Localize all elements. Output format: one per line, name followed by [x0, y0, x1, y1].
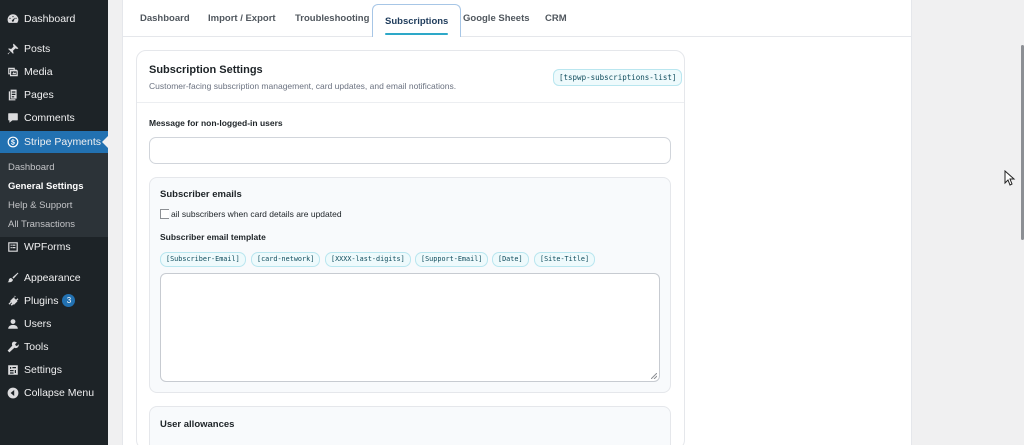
menu-label: Pages: [24, 89, 54, 101]
menu-label: Media: [24, 66, 53, 78]
menu-label: Collapse Menu: [24, 387, 95, 399]
plug-icon: [6, 295, 19, 308]
menu-label: WPForms: [24, 241, 71, 253]
merge-tag-last-digits[interactable]: [XXXX-last-digits]: [325, 252, 411, 267]
tab-crm[interactable]: CRM: [545, 0, 567, 37]
brush-icon: [6, 272, 19, 285]
menu-item-pages[interactable]: Pages: [0, 85, 108, 105]
collapse-icon: [6, 387, 19, 400]
menu-label: Settings: [24, 364, 62, 376]
menu-item-posts[interactable]: Posts: [0, 39, 108, 59]
message-field-label: Message for non-logged-in users: [149, 118, 283, 128]
user-icon: [6, 318, 19, 331]
menu-label: Users: [24, 318, 52, 330]
update-count-badge: 3: [62, 293, 76, 307]
settings-icon: [6, 364, 19, 377]
message-input[interactable]: [149, 137, 671, 164]
menu-item-settings[interactable]: Settings: [0, 360, 108, 380]
submenu-item-help-support[interactable]: Help & Support: [8, 200, 72, 211]
pin-icon: [6, 43, 19, 56]
panel-divider: [137, 102, 684, 103]
tab-import-export[interactable]: Import / Export: [208, 0, 276, 37]
menu-item-dashboard[interactable]: Dashboard: [0, 9, 108, 29]
submenu-item-general-settings[interactable]: General Settings: [8, 181, 84, 192]
media-icon: [6, 66, 19, 79]
stripe-submenu: Dashboard General Settings Help & Suppor…: [0, 153, 108, 237]
menu-item-media[interactable]: Media: [0, 62, 108, 82]
email-subscribers-checkbox-label: ail subscribers when card details are up…: [171, 209, 342, 219]
menu-label: Plugins 3: [24, 293, 76, 308]
user-allowances-title: User allowances: [160, 419, 235, 430]
merge-tag-site-title[interactable]: [Site-Title]: [534, 252, 596, 267]
menu-item-users[interactable]: Users: [0, 314, 108, 334]
menu-label: Stripe Payments: [24, 136, 102, 148]
form-icon: [6, 241, 19, 254]
menu-label: Appearance: [24, 272, 81, 284]
mouse-pointer-icon: [1004, 170, 1016, 186]
tab-subscriptions[interactable]: Subscriptions: [372, 4, 462, 37]
email-template-label: Subscriber email template: [160, 232, 266, 242]
plugins-label: Plugins: [24, 294, 59, 307]
tab-troubleshooting[interactable]: Troubleshooting: [295, 0, 369, 37]
wrench-icon: [6, 341, 19, 354]
email-subscribers-checkbox-row[interactable]: ail subscribers when card details are up…: [160, 209, 342, 219]
menu-item-stripe-payments[interactable]: Stripe Payments: [0, 131, 108, 153]
page-scrollbar[interactable]: [1016, 0, 1024, 445]
pages-icon: [6, 89, 19, 102]
panel-description: Customer-facing subscription management,…: [149, 81, 457, 91]
menu-item-plugins[interactable]: Plugins 3: [0, 291, 108, 311]
dollar-icon: [6, 136, 19, 149]
tab-dashboard[interactable]: Dashboard: [140, 0, 190, 37]
dashboard-icon: [6, 13, 19, 26]
admin-sidebar: Dashboard Posts Media Pages Comments Str…: [0, 0, 108, 445]
merge-tag-support-email[interactable]: [Support-Email]: [415, 252, 489, 267]
panel-title: Subscription Settings: [149, 64, 263, 76]
menu-item-wpforms[interactable]: WPForms: [0, 237, 108, 257]
menu-item-tools[interactable]: Tools: [0, 337, 108, 357]
submenu-item-all-transactions[interactable]: All Transactions: [8, 219, 75, 230]
menu-label: Dashboard: [24, 13, 76, 25]
email-template-textarea[interactable]: [160, 273, 660, 382]
merge-tag-subscriber-email[interactable]: [Subscriber-Email]: [160, 252, 246, 267]
shortcode-badge[interactable]: [tspwp-subscriptions-list]: [553, 69, 683, 86]
comment-icon: [6, 112, 19, 125]
menu-label: Tools: [24, 341, 49, 353]
submenu-item-dashboard[interactable]: Dashboard: [8, 162, 54, 173]
menu-item-comments[interactable]: Comments: [0, 108, 108, 128]
subscriber-emails-title: Subscriber emails: [160, 189, 242, 200]
settings-tab-bar: Dashboard Import / Export Troubleshootin…: [122, 0, 912, 37]
menu-item-collapse[interactable]: Collapse Menu: [0, 383, 108, 403]
email-subscribers-checkbox[interactable]: [160, 209, 169, 219]
menu-label: Posts: [24, 43, 51, 55]
resize-grip-icon[interactable]: [651, 373, 657, 379]
tab-google-sheets[interactable]: Google Sheets: [463, 0, 530, 37]
menu-label: Comments: [24, 112, 75, 124]
merge-tag-date[interactable]: [Date]: [492, 252, 529, 267]
merge-tag-card-network[interactable]: [card-network]: [251, 252, 321, 267]
menu-item-appearance[interactable]: Appearance: [0, 268, 108, 288]
